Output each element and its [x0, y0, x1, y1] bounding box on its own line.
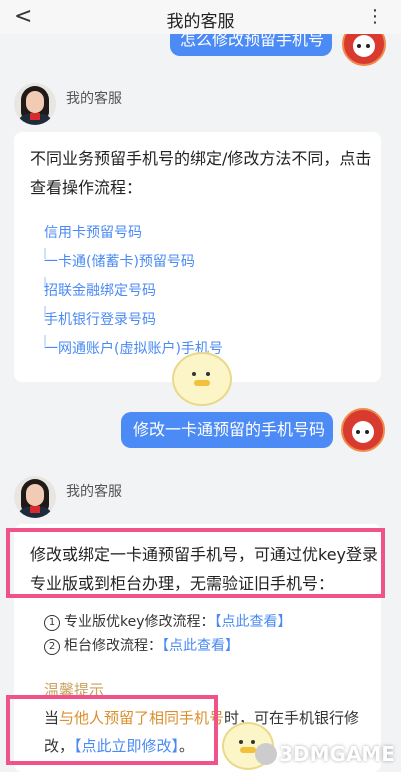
more-icon[interactable]: ⋮: [363, 6, 387, 28]
step-item: 1 专业版优key修改流程：【点此查看】: [44, 612, 292, 632]
user-message-text: 修改一卡通预留的手机号码: [133, 420, 326, 439]
step-label: 柜台修改流程：: [64, 638, 162, 654]
user-avatar: [341, 408, 385, 452]
link-mobile-banking[interactable]: 手机银行登录号码: [44, 311, 156, 329]
mascot-image: [172, 352, 232, 406]
step-number: 1: [44, 615, 60, 631]
highlight-box: [6, 528, 385, 598]
user-message-bubble: 修改一卡通预留的手机号码: [121, 412, 333, 448]
link-cmbc-finance[interactable]: 招联金融绑定号码: [44, 282, 156, 300]
top-bar: < 我的客服 ⋮: [0, 0, 401, 34]
agent-avatar: [14, 83, 56, 125]
page-title: 我的客服: [166, 12, 235, 32]
step-link[interactable]: 【点此查看】: [162, 638, 239, 654]
step-item: 2 柜台修改流程：【点此查看】: [44, 636, 239, 656]
agent-name: 我的客服: [66, 91, 122, 107]
link-debit-card[interactable]: 一卡通(储蓄卡)预留号码: [44, 253, 195, 271]
agent-avatar: [14, 476, 56, 518]
agent-message-card: 不同业务预留手机号的绑定/修改方法不同，点击查看操作流程： 信用卡预留号码 一卡…: [14, 132, 381, 382]
agent-name: 我的客服: [66, 484, 122, 500]
step-number: 2: [44, 639, 60, 655]
watermark: 3DMGAME: [255, 742, 395, 766]
agent-message-text: 不同业务预留手机号的绑定/修改方法不同，点击查看操作流程：: [30, 149, 372, 197]
step-label: 专业版优key修改流程：: [64, 614, 215, 630]
watermark-logo-icon: [255, 743, 278, 765]
watermark-text: 3DMGAME: [279, 742, 395, 766]
user-message-text: 怎么修改预留手机号: [180, 30, 325, 49]
link-credit-card[interactable]: 信用卡预留号码: [44, 224, 142, 242]
highlight-box: [6, 695, 218, 765]
step-link[interactable]: 【点此查看】: [215, 614, 292, 630]
